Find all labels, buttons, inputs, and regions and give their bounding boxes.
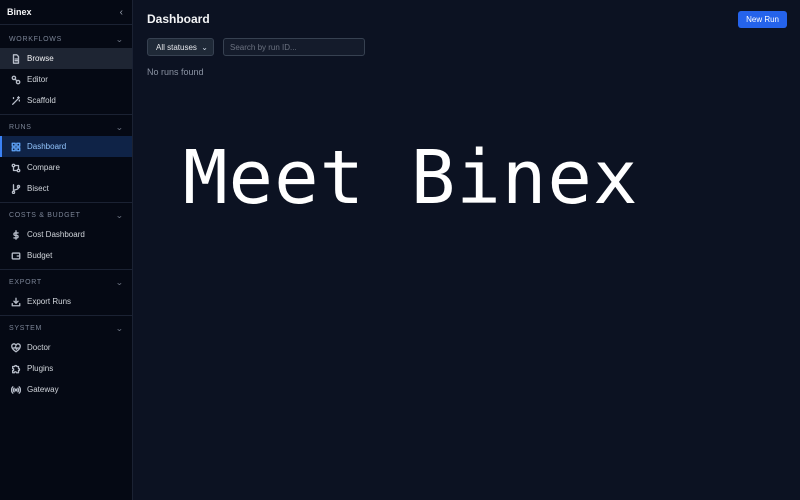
page-title: Dashboard (147, 12, 210, 26)
sidebar-item-doctor[interactable]: Doctor (0, 337, 132, 358)
sidebar-item-gateway[interactable]: Gateway (0, 379, 132, 400)
section-header-runs[interactable]: RUNS ⌄ (0, 118, 132, 136)
divider (0, 315, 132, 316)
chevron-down-icon: ⌄ (201, 42, 208, 52)
sidebar-item-label: Bisect (27, 184, 49, 193)
main-content: Dashboard New Run All statuses ⌄ No runs… (133, 0, 800, 500)
sidebar-item-compare[interactable]: Compare (0, 157, 132, 178)
section-title: COSTS & BUDGET (9, 211, 81, 219)
section-header-export[interactable]: EXPORT ⌄ (0, 273, 132, 291)
overlay-title: Meet Binex (183, 135, 639, 221)
sidebar-item-label: Budget (27, 251, 53, 260)
divider (0, 202, 132, 203)
status-filter-value: All statuses (156, 42, 197, 52)
radio-icon (11, 385, 21, 395)
app-window: Binex ‹ WORKFLOWS ⌄ Browse Editor Scaffo… (0, 0, 800, 500)
brand-name: Binex (7, 7, 32, 17)
compare-icon (11, 163, 21, 173)
nodes-icon (11, 75, 21, 85)
section-workflows: WORKFLOWS ⌄ Browse Editor Scaffold (0, 30, 132, 111)
sidebar-item-label: Gateway (27, 385, 59, 394)
section-costs-budget: COSTS & BUDGET ⌄ Cost Dashboard Budget (0, 206, 132, 266)
sidebar-item-label: Export Runs (27, 297, 72, 306)
section-title: EXPORT (9, 278, 42, 286)
sidebar-item-cost-dashboard[interactable]: Cost Dashboard (0, 224, 132, 245)
download-icon (11, 297, 21, 307)
collapse-sidebar-icon[interactable]: ‹ (120, 7, 123, 18)
chevron-down-icon: ⌄ (115, 210, 124, 220)
grid-icon (11, 142, 21, 152)
sidebar-item-label: Doctor (27, 343, 51, 352)
section-title: SYSTEM (9, 324, 42, 332)
sidebar-item-budget[interactable]: Budget (0, 245, 132, 266)
sidebar: Binex ‹ WORKFLOWS ⌄ Browse Editor Scaffo… (0, 0, 133, 500)
sidebar-item-plugins[interactable]: Plugins (0, 358, 132, 379)
sidebar-header: Binex ‹ (0, 0, 132, 25)
search-input[interactable] (223, 38, 365, 56)
sidebar-item-editor[interactable]: Editor (0, 69, 132, 90)
new-run-button[interactable]: New Run (738, 11, 787, 28)
sidebar-item-bisect[interactable]: Bisect (0, 178, 132, 199)
sidebar-item-label: Plugins (27, 364, 54, 373)
section-header-system[interactable]: SYSTEM ⌄ (0, 319, 132, 337)
sidebar-item-label: Browse (27, 54, 54, 63)
heart-pulse-icon (11, 342, 21, 353)
section-runs: RUNS ⌄ Dashboard Compare Bisect (0, 118, 132, 199)
section-header-costs-budget[interactable]: COSTS & BUDGET ⌄ (0, 206, 132, 224)
git-branch-icon (11, 183, 21, 194)
sidebar-item-export-runs[interactable]: Export Runs (0, 291, 132, 312)
sidebar-item-label: Dashboard (27, 142, 67, 151)
section-title: RUNS (9, 123, 32, 131)
file-icon (11, 53, 21, 64)
sidebar-item-scaffold[interactable]: Scaffold (0, 90, 132, 111)
empty-state-text: No runs found (147, 67, 204, 77)
sidebar-item-label: Cost Dashboard (27, 230, 85, 239)
sidebar-item-dashboard[interactable]: Dashboard (0, 136, 132, 157)
section-header-workflows[interactable]: WORKFLOWS ⌄ (0, 30, 132, 48)
chevron-down-icon: ⌄ (115, 34, 124, 44)
divider (0, 114, 132, 115)
section-title: WORKFLOWS (9, 35, 62, 43)
sidebar-item-label: Scaffold (27, 96, 56, 105)
section-export: EXPORT ⌄ Export Runs (0, 273, 132, 312)
sidebar-item-label: Editor (27, 75, 48, 84)
chevron-down-icon: ⌄ (115, 323, 124, 333)
section-system: SYSTEM ⌄ Doctor Plugins Gateway (0, 319, 132, 400)
wand-icon (11, 95, 21, 106)
sidebar-item-label: Compare (27, 163, 60, 172)
chevron-down-icon: ⌄ (115, 122, 124, 132)
divider (0, 269, 132, 270)
sidebar-item-browse[interactable]: Browse (0, 48, 132, 69)
status-filter-select[interactable]: All statuses ⌄ (147, 38, 214, 56)
wallet-icon (11, 251, 21, 261)
puzzle-icon (11, 364, 21, 374)
chevron-down-icon: ⌄ (115, 277, 124, 287)
dollar-icon (11, 229, 21, 240)
